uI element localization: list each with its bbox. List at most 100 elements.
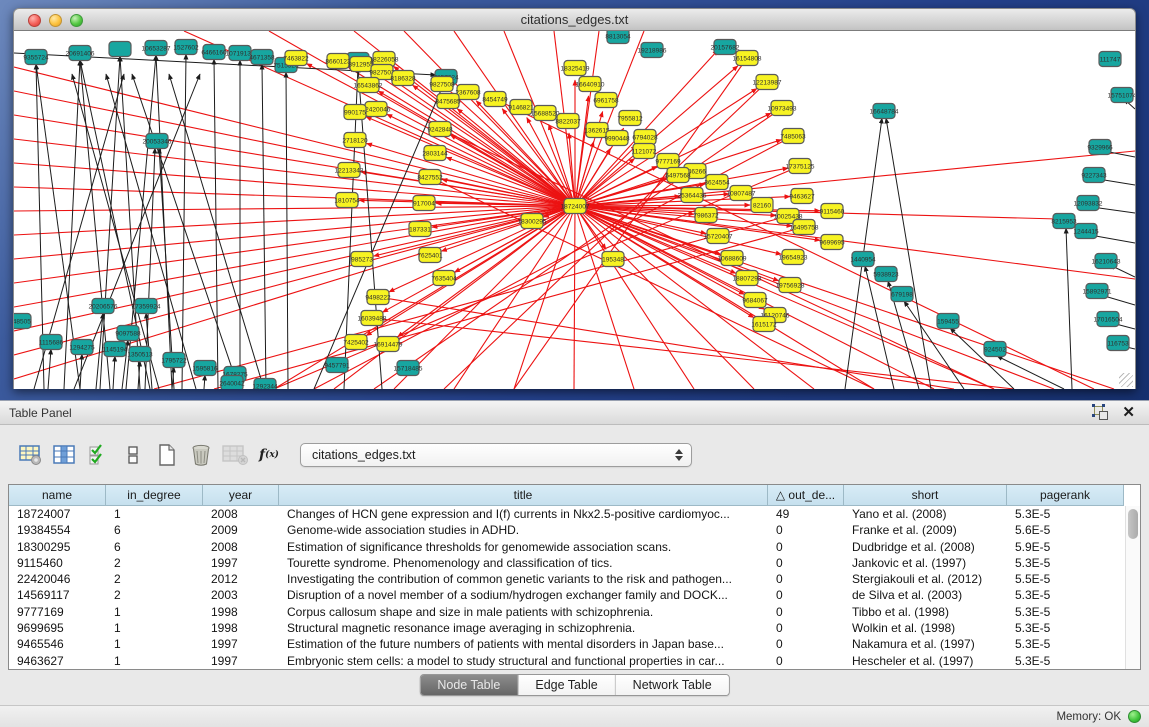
network-node[interactable]: 6466160 (201, 45, 227, 60)
table-cell[interactable]: Changes of HCN gene expression and I(f) … (279, 506, 768, 522)
table-cell[interactable]: 49 (768, 506, 844, 522)
table-cell[interactable]: Yano et al. (2008) (844, 506, 1007, 522)
table-cell[interactable]: Dudbridge et al. (2008) (844, 539, 1007, 555)
column-header[interactable]: in_degree (106, 485, 203, 505)
table-cell[interactable]: 19384554 (9, 522, 106, 538)
table-cell[interactable]: 5.6E-5 (1007, 522, 1124, 538)
table-cell[interactable]: Structural magnetic resonance image aver… (279, 620, 768, 636)
table-cell[interactable]: 0 (768, 539, 844, 555)
network-node[interactable]: 15720407 (704, 229, 733, 244)
network-node[interactable]: 16210643 (1092, 254, 1121, 269)
table-cell[interactable]: 0 (768, 636, 844, 652)
table-cell[interactable]: Nakamura et al. (1997) (844, 636, 1007, 652)
network-node[interactable]: 16914479 (374, 337, 403, 352)
table-vertical-scrollbar[interactable] (1125, 506, 1140, 669)
network-node[interactable]: 9329966 (1087, 140, 1113, 155)
network-node[interactable]: 1292344 (252, 379, 278, 390)
table-cell[interactable]: 2008 (203, 506, 279, 522)
network-node[interactable]: 1121072 (632, 144, 657, 159)
table-cell[interactable]: de Silva et al. (2003) (844, 587, 1007, 603)
table-cell[interactable]: 9699695 (9, 620, 106, 636)
table-cell[interactable]: 2009 (203, 522, 279, 538)
network-node[interactable]: 7635404 (431, 271, 457, 286)
network-node[interactable]: 116753 (1107, 336, 1129, 351)
tab-node-table[interactable]: Node Table (420, 675, 517, 695)
network-node[interactable]: 19654923 (779, 250, 808, 265)
table-cell[interactable]: 1 (106, 620, 203, 636)
table-cell[interactable]: 0 (768, 604, 844, 620)
network-node[interactable]: 548505 (14, 314, 31, 329)
network-node[interactable]: 9115460 (820, 204, 845, 219)
table-selector-dropdown[interactable]: citations_edges.txt (300, 443, 692, 467)
table-cell[interactable]: Estimation of the future numbers of pati… (279, 636, 768, 652)
table-cell[interactable]: 5.3E-5 (1007, 620, 1124, 636)
network-node[interactable]: 2718120 (342, 133, 368, 148)
network-node[interactable]: 16039488 (358, 311, 387, 326)
table-cell[interactable]: 5.3E-5 (1007, 653, 1124, 669)
network-node[interactable]: 8215953 (1051, 214, 1077, 229)
network-node[interactable]: 9242848 (427, 122, 453, 137)
network-node[interactable]: 10973493 (768, 101, 797, 116)
network-node[interactable]: 17016504 (1094, 312, 1123, 327)
table-cell[interactable]: 0 (768, 620, 844, 636)
table-cell[interactable]: 0 (768, 555, 844, 571)
table-cell[interactable]: Jankovic et al. (1997) (844, 555, 1007, 571)
network-node[interactable]: 12213343 (335, 163, 364, 178)
network-node[interactable]: 159455 (937, 314, 959, 329)
table-cell[interactable]: Corpus callosum shape and size in male p… (279, 604, 768, 620)
table-cell[interactable]: Franke et al. (2009) (844, 522, 1007, 538)
network-node[interactable]: 1350513 (127, 347, 153, 362)
column-header[interactable]: title (279, 485, 768, 505)
column-header[interactable]: short (844, 485, 1007, 505)
network-node[interactable]: 15718485 (394, 361, 423, 376)
table-cell[interactable]: 9777169 (9, 604, 106, 620)
network-node[interactable]: 10653287 (142, 41, 171, 56)
network-node[interactable]: 9463627 (789, 189, 815, 204)
table-cell[interactable]: 18300295 (9, 539, 106, 555)
network-node[interactable]: 1615172 (751, 317, 777, 332)
table-cell[interactable]: 5.3E-5 (1007, 555, 1124, 571)
table-cell[interactable]: 1 (106, 506, 203, 522)
column-header[interactable]: △ out_de... (768, 485, 844, 505)
network-node[interactable]: 9777169 (655, 154, 681, 169)
network-node[interactable]: 924502 (984, 342, 1006, 357)
table-cell[interactable]: 1997 (203, 636, 279, 652)
network-node[interactable]: 2803144 (422, 146, 448, 161)
table-cell[interactable]: 1998 (203, 620, 279, 636)
table-row[interactable]: 911546021997Tourette syndrome. Phenomeno… (9, 555, 1140, 571)
network-node[interactable]: 18300295 (518, 214, 547, 229)
network-graph[interactable]: 1830029593557242069140610653287152760264… (14, 31, 1135, 389)
table-cell[interactable]: 5.3E-5 (1007, 636, 1124, 652)
table-cell[interactable]: 9465546 (9, 636, 106, 652)
table-row[interactable]: 2242004622012Investigating the contribut… (9, 571, 1140, 587)
table-cell[interactable]: 18724007 (9, 506, 106, 522)
table-row[interactable]: 1456911722003Disruption of a novel membe… (9, 587, 1140, 603)
network-view-window[interactable]: citations_edges.txt 18300295935572420691… (13, 8, 1136, 389)
network-node[interactable]: 9457791 (324, 358, 350, 373)
network-node[interactable]: 1145194 (103, 342, 128, 357)
select-columns-check-icon[interactable] (84, 441, 114, 469)
resize-grip-icon[interactable] (1119, 373, 1133, 387)
table-cell[interactable]: 5.5E-5 (1007, 571, 1124, 587)
table-cell[interactable]: 1 (106, 653, 203, 669)
node-table[interactable]: namein_degreeyeartitle△ out_de...shortpa… (8, 484, 1141, 670)
tab-edge-table[interactable]: Edge Table (517, 675, 614, 695)
table-cell[interactable]: Hescheler et al. (1997) (844, 653, 1007, 669)
network-node[interactable]: 16543862 (354, 78, 383, 93)
network-node[interactable]: 6794028 (632, 130, 658, 145)
network-node[interactable]: 3624554 (704, 175, 730, 190)
table-cell[interactable]: Genome-wide association studies in ADHD. (279, 522, 768, 538)
network-node[interactable]: 12213987 (753, 75, 782, 90)
table-cell[interactable]: 14569117 (9, 587, 106, 603)
network-node[interactable]: 9498222 (365, 290, 391, 305)
table-cell[interactable]: Disruption of a novel member of a sodium… (279, 587, 768, 603)
network-node[interactable]: 18724007 (561, 199, 590, 214)
table-row[interactable]: 946554611997Estimation of the future num… (9, 636, 1140, 652)
network-node[interactable]: 17375125 (786, 159, 815, 174)
tab-network-table[interactable]: Network Table (615, 675, 729, 695)
network-node[interactable]: 8813054 (605, 31, 631, 44)
network-node[interactable]: 8660123 (325, 54, 351, 69)
network-node[interactable]: 25364436 (678, 188, 707, 203)
network-node[interactable]: 20691406 (66, 46, 95, 61)
table-cell[interactable]: 0 (768, 587, 844, 603)
